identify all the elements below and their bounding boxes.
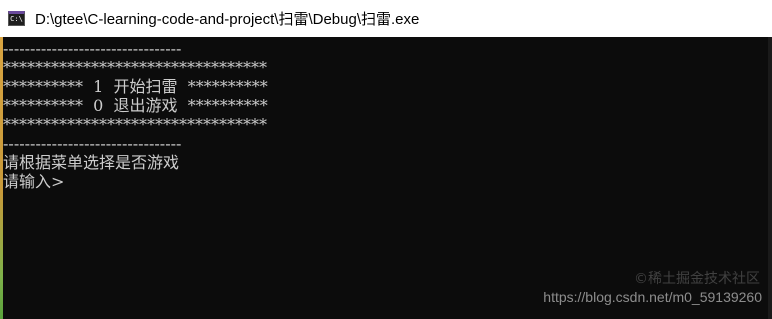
menu-border-bottom: *********************************: [3, 115, 267, 134]
menu-border-top: *********************************: [3, 58, 267, 77]
menu-option-exit: ********** 0 退出游戏 **********: [3, 96, 268, 115]
menu-divider-bottom: ---------------------------------: [3, 134, 182, 153]
input-prompt[interactable]: 请输入>: [3, 172, 763, 191]
menu-prompt-text: 请根据菜单选择是否游戏: [3, 153, 180, 172]
url-watermark: https://blog.csdn.net/m0_59139260: [543, 289, 762, 305]
vertical-scrollbar[interactable]: [768, 37, 772, 319]
title-bar[interactable]: C:\ D:\gtee\C-learning-code-and-project\…: [0, 0, 772, 37]
menu-option-start: ********** 1 开始扫雷 **********: [3, 77, 268, 96]
console-window: C:\ D:\gtee\C-learning-code-and-project\…: [0, 0, 772, 319]
platform-watermark: ©稀土掘金技术社区: [634, 271, 760, 287]
window-title: D:\gtee\C-learning-code-and-project\扫雷\D…: [35, 11, 420, 28]
console-app-icon: C:\: [8, 11, 25, 26]
menu-divider-top: ---------------------------------: [3, 39, 182, 58]
